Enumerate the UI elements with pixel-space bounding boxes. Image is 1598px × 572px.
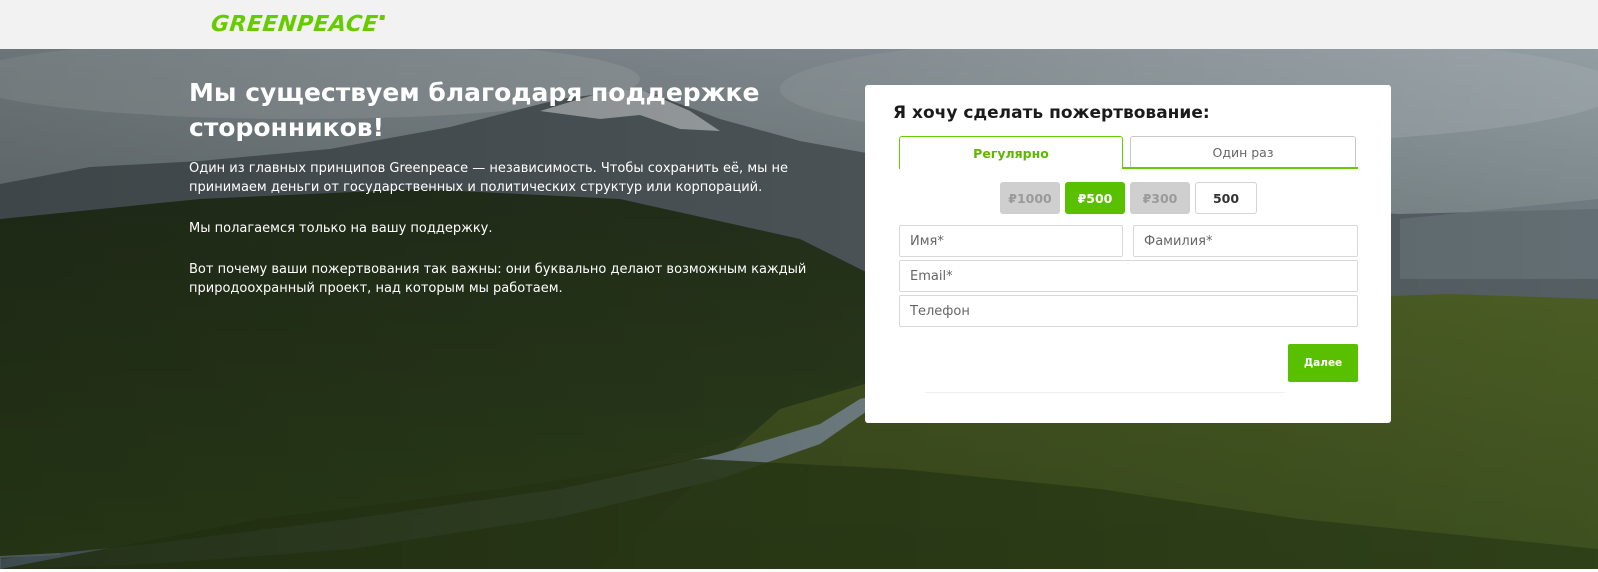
donation-form-card: Я хочу сделать пожертвование: Регулярно …: [865, 85, 1391, 423]
next-button[interactable]: Далее: [1288, 344, 1358, 382]
hero-paragraph-support: Мы полагаемся только на вашу поддержку.: [189, 221, 493, 236]
amount-option-300[interactable]: ₽300: [1130, 182, 1190, 214]
donation-form-title: Я хочу сделать пожертвование:: [893, 103, 1210, 123]
hero-paragraph-donations-important: Вот почему ваши пожертвования так важны:…: [189, 262, 807, 296]
tab-one-time[interactable]: Один раз: [1130, 136, 1356, 167]
first-name-input[interactable]: [899, 225, 1123, 257]
card-divider: [925, 392, 1285, 393]
amount-option-500[interactable]: ₽500: [1065, 182, 1125, 214]
amount-option-1000[interactable]: ₽1000: [1000, 182, 1060, 214]
email-input[interactable]: [899, 260, 1358, 292]
phone-input[interactable]: [899, 295, 1358, 327]
hero-paragraph-independence: Один из главных принципов Greenpeace — н…: [189, 161, 789, 195]
hero-text-block: Мы существуем благодаря поддержке сторон…: [189, 75, 829, 298]
top-navbar: GREENPEACE: [0, 0, 1598, 49]
last-name-input[interactable]: [1133, 225, 1358, 257]
greenpeace-logo[interactable]: GREENPEACE: [210, 12, 380, 37]
custom-amount-input[interactable]: 500: [1195, 182, 1257, 214]
hero-title: Мы существуем благодаря поддержке сторон…: [189, 78, 760, 142]
donation-frequency-tabs: Регулярно Один раз: [899, 136, 1358, 169]
tab-regular[interactable]: Регулярно: [899, 136, 1123, 169]
